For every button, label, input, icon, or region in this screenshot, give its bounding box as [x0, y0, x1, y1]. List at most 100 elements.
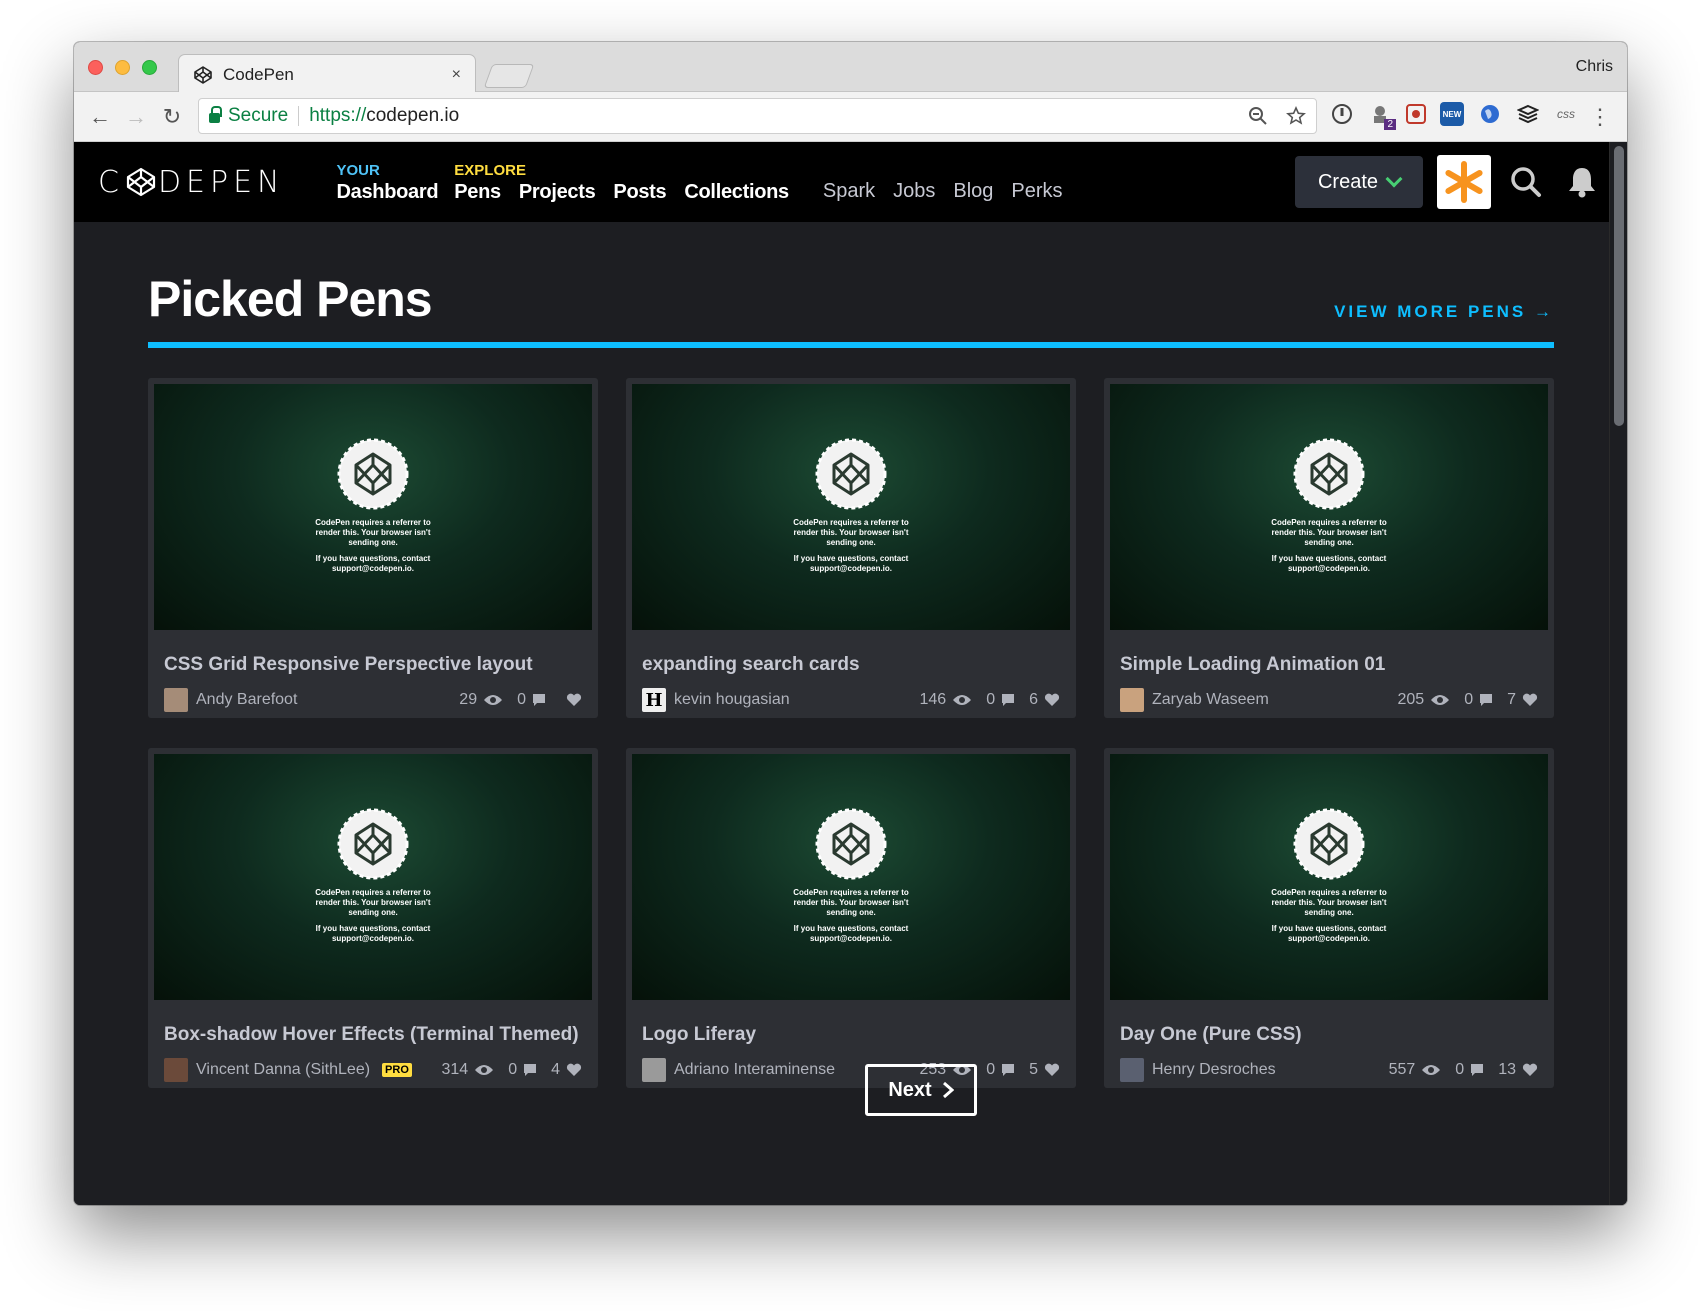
- pen-preview[interactable]: CodePen requires a referrer to render th…: [632, 754, 1070, 1000]
- loves-stat[interactable]: 6: [1029, 691, 1060, 709]
- loves-stat[interactable]: 4: [551, 1061, 582, 1079]
- author-avatar[interactable]: [1120, 688, 1144, 712]
- globe-extension-icon[interactable]: [1478, 102, 1502, 126]
- pen-title[interactable]: Logo Liferay: [642, 1024, 1070, 1046]
- password-extension-icon[interactable]: [1330, 102, 1354, 126]
- css-extension-icon[interactable]: css: [1554, 102, 1578, 126]
- maximize-window-button[interactable]: [142, 60, 157, 75]
- nav-projects[interactable]: Projects: [519, 182, 596, 202]
- pen-stats: 557 0 13: [1389, 1061, 1538, 1079]
- heart-icon: [566, 693, 582, 706]
- pen-preview[interactable]: CodePen requires a referrer to render th…: [1110, 384, 1548, 630]
- nav-your-label: YOUR: [336, 161, 380, 179]
- pen-preview[interactable]: CodePen requires a referrer to render th…: [154, 384, 592, 630]
- address-bar[interactable]: Secure https://codepen.io: [198, 98, 1317, 134]
- nav-perks[interactable]: Perks: [1011, 180, 1062, 203]
- red-extension-icon[interactable]: [1406, 104, 1426, 124]
- nav-your: YOUR Dashboard: [337, 163, 439, 202]
- back-arrow-icon[interactable]: ←: [82, 104, 118, 130]
- zoom-icon[interactable]: [1248, 106, 1268, 126]
- forward-arrow-icon[interactable]: →: [118, 104, 154, 130]
- pen-title[interactable]: expanding search cards: [642, 654, 1070, 676]
- pen-author[interactable]: Zaryab Waseem: [1152, 691, 1269, 709]
- browser-menu-icon[interactable]: ⋮: [1589, 104, 1611, 130]
- pen-author[interactable]: Adriano Interaminense: [674, 1061, 835, 1079]
- privacy-extension-icon[interactable]: 2: [1368, 102, 1396, 130]
- minimize-window-button[interactable]: [115, 60, 130, 75]
- pen-card-3[interactable]: CodePen requires a referrer to render th…: [1104, 378, 1554, 718]
- loves-stat[interactable]: 13: [1498, 1061, 1538, 1079]
- extensions-area: 2 NEW css: [1330, 102, 1578, 130]
- pen-preview[interactable]: CodePen requires a referrer to render th…: [1110, 754, 1548, 1000]
- layers-extension-icon[interactable]: [1516, 102, 1540, 126]
- user-avatar[interactable]: [1437, 155, 1491, 209]
- author-avatar[interactable]: [1120, 1058, 1144, 1082]
- pen-title[interactable]: CSS Grid Responsive Perspective layout: [164, 654, 592, 676]
- comments-stat[interactable]: 0: [508, 1061, 537, 1079]
- pen-card-1[interactable]: CodePen requires a referrer to render th…: [148, 378, 598, 718]
- profile-name[interactable]: Chris: [1576, 58, 1613, 76]
- tab-close-icon[interactable]: ×: [452, 66, 461, 84]
- notifications-button[interactable]: [1561, 166, 1603, 198]
- loves-stat[interactable]: 7: [1507, 691, 1538, 709]
- pen-author[interactable]: Henry Desroches: [1152, 1061, 1276, 1079]
- author-avatar[interactable]: [164, 688, 188, 712]
- comments-stat[interactable]: 0: [986, 1061, 1015, 1079]
- page-scrollbar[interactable]: [1609, 142, 1627, 1205]
- pen-card-5[interactable]: CodePen requires a referrer to render th…: [626, 748, 1076, 1088]
- pen-preview[interactable]: CodePen requires a referrer to render th…: [632, 384, 1070, 630]
- author-avatar[interactable]: [642, 1058, 666, 1082]
- pen-card-2[interactable]: CodePen requires a referrer to render th…: [626, 378, 1076, 718]
- nav-pens[interactable]: Pens: [454, 182, 501, 202]
- nav-blog[interactable]: Blog: [953, 180, 993, 203]
- nav-posts[interactable]: Posts: [613, 182, 666, 202]
- nav-secondary: Spark Jobs Blog Perks: [823, 180, 1063, 203]
- pen-title[interactable]: Simple Loading Animation 01: [1120, 654, 1548, 676]
- bookmark-star-icon[interactable]: [1286, 106, 1306, 126]
- search-button[interactable]: [1505, 166, 1547, 198]
- author-avatar[interactable]: H: [642, 688, 666, 712]
- nav-dashboard[interactable]: Dashboard: [337, 182, 439, 202]
- pen-meta: Vincent Danna (SithLee) PRO 314 0 4: [164, 1058, 582, 1082]
- nav-spark[interactable]: Spark: [823, 180, 875, 203]
- tab-title: CodePen: [223, 64, 294, 84]
- logo-text-right: DEPEN: [157, 164, 285, 200]
- preview-message: CodePen requires a referrer to render th…: [793, 888, 909, 917]
- comments-stat[interactable]: 0: [1464, 691, 1493, 709]
- views-stat: 146: [919, 691, 972, 709]
- next-page-button[interactable]: Next: [865, 1064, 977, 1116]
- create-button[interactable]: Create: [1295, 156, 1423, 208]
- pen-author[interactable]: kevin hougasian: [674, 691, 790, 709]
- codepen-logo[interactable]: C DEPEN: [98, 165, 285, 200]
- preview-message: CodePen requires a referrer to render th…: [1271, 888, 1387, 917]
- view-more-pens-link[interactable]: VIEW MORE PENS →: [1334, 302, 1554, 322]
- new-tab-button[interactable]: [483, 64, 535, 88]
- pen-author[interactable]: Vincent Danna (SithLee): [196, 1061, 370, 1079]
- comments-stat[interactable]: 0: [986, 691, 1015, 709]
- url-text[interactable]: https://codepen.io: [309, 105, 459, 127]
- browser-tab[interactable]: CodePen ×: [178, 54, 476, 94]
- pen-author[interactable]: Andy Barefoot: [196, 691, 297, 709]
- loves-stat[interactable]: [560, 693, 582, 707]
- eye-icon: [953, 695, 972, 705]
- pen-card-6[interactable]: CodePen requires a referrer to render th…: [1104, 748, 1554, 1088]
- reload-icon[interactable]: ↻: [154, 104, 190, 130]
- preview-message: CodePen requires a referrer to render th…: [1271, 518, 1387, 547]
- loves-stat[interactable]: 5: [1029, 1061, 1060, 1079]
- pen-title[interactable]: Box-shadow Hover Effects (Terminal Theme…: [164, 1024, 592, 1046]
- pen-title[interactable]: Day One (Pure CSS): [1120, 1024, 1548, 1046]
- pen-card-4[interactable]: CodePen requires a referrer to render th…: [148, 748, 598, 1088]
- preview-contact: If you have questions, contact support@c…: [315, 924, 431, 943]
- news-extension-icon[interactable]: NEW: [1440, 102, 1464, 126]
- scrollbar-thumb[interactable]: [1614, 146, 1624, 426]
- section-header: Picked Pens VIEW MORE PENS →: [148, 270, 1554, 348]
- close-window-button[interactable]: [88, 60, 103, 75]
- nav-collections[interactable]: Collections: [684, 182, 789, 202]
- heart-icon: [1522, 1063, 1538, 1076]
- pen-preview[interactable]: CodePen requires a referrer to render th…: [154, 754, 592, 1000]
- comments-stat[interactable]: 0: [517, 691, 546, 709]
- author-avatar[interactable]: [164, 1058, 188, 1082]
- nav-jobs[interactable]: Jobs: [893, 180, 935, 203]
- comments-stat[interactable]: 0: [1455, 1061, 1484, 1079]
- window-controls: [88, 60, 157, 75]
